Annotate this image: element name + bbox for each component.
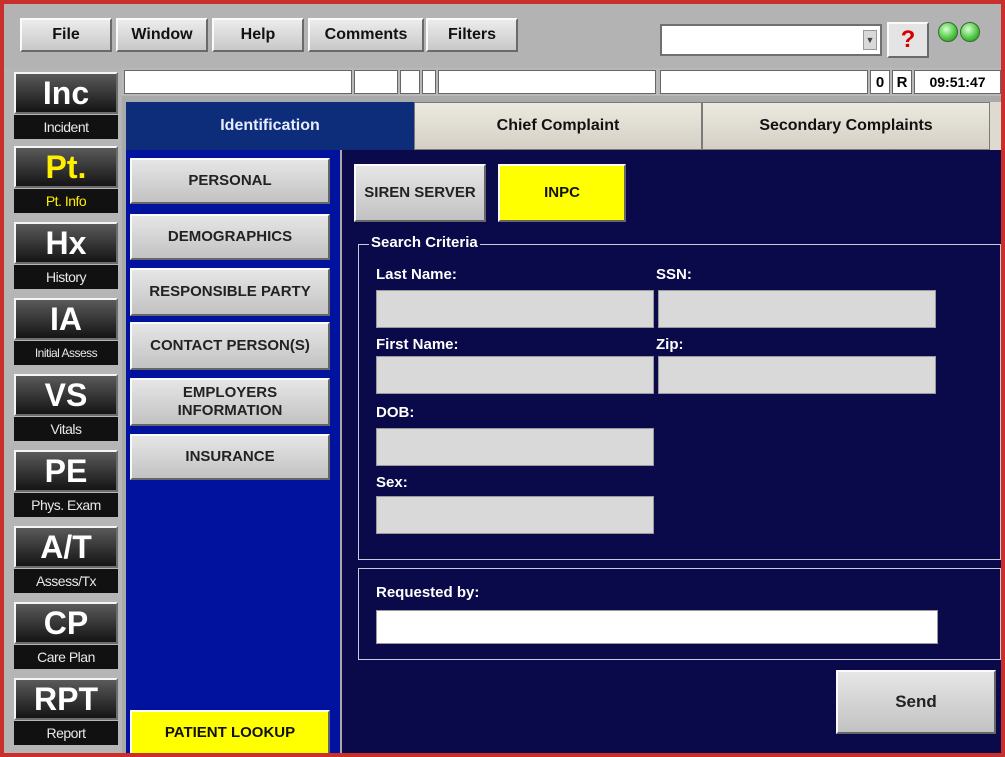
status-mode: R [892, 70, 912, 94]
section-employers-information[interactable]: EMPLOYERS INFORMATION [130, 378, 330, 426]
first-name-field[interactable] [376, 356, 654, 394]
siren-server-button[interactable]: SIREN SERVER [354, 164, 486, 222]
section-panel: PERSONAL DEMOGRAPHICS RESPONSIBLE PARTY … [126, 150, 340, 753]
nav-vitals[interactable]: VS Vitals [8, 370, 122, 444]
status-field [438, 70, 656, 94]
module-sidebar: Inc Incident Pt. Pt. Info Hx History IA … [4, 68, 122, 753]
status-light-icon [938, 22, 958, 42]
nav-code: PE [14, 450, 118, 492]
filter-combo[interactable]: ▼ [660, 24, 882, 56]
zip-label: Zip: [656, 336, 684, 353]
sex-field[interactable] [376, 496, 654, 534]
nav-code: Inc [14, 72, 118, 114]
nav-pt-info[interactable]: Pt. Pt. Info [8, 142, 122, 216]
menu-window[interactable]: Window [116, 18, 208, 52]
tab-identification[interactable]: Identification [126, 102, 414, 150]
menu-filters[interactable]: Filters [426, 18, 518, 52]
status-field [124, 70, 352, 94]
ssn-label: SSN: [656, 266, 692, 283]
status-field [422, 70, 436, 94]
status-counter: 0 [870, 70, 890, 94]
status-light-icon [960, 22, 980, 42]
help-button[interactable]: ? [887, 22, 929, 58]
patient-lookup-button[interactable]: PATIENT LOOKUP [130, 710, 330, 753]
section-demographics[interactable]: DEMOGRAPHICS [130, 214, 330, 260]
nav-label: Assess/Tx [14, 569, 118, 593]
nav-code: VS [14, 374, 118, 416]
patient-lookup-panel: SIREN SERVER INPC Search Criteria Last N… [342, 150, 1001, 753]
tab-bar: Identification Chief Complaint Secondary… [126, 102, 1001, 150]
status-bar: 0 R 09:51:47 [122, 68, 1001, 96]
app-window: File Window Help Comments Filters ▼ ? 0 … [4, 4, 1001, 753]
ssn-field[interactable] [658, 290, 936, 328]
sex-label: Sex: [376, 474, 408, 491]
nav-phys-exam[interactable]: PE Phys. Exam [8, 446, 122, 520]
nav-report[interactable]: RPT Report [8, 674, 122, 748]
last-name-label: Last Name: [376, 266, 457, 283]
nav-label: Initial Assess [14, 341, 118, 365]
nav-incident[interactable]: Inc Incident [8, 68, 122, 142]
first-name-label: First Name: [376, 336, 459, 353]
nav-label: Pt. Info [14, 189, 118, 213]
nav-code: A/T [14, 526, 118, 568]
nav-assess-tx[interactable]: A/T Assess/Tx [8, 522, 122, 596]
menu-help[interactable]: Help [212, 18, 304, 52]
status-field [660, 70, 868, 94]
last-name-field[interactable] [376, 290, 654, 328]
tab-secondary-complaints[interactable]: Secondary Complaints [702, 102, 990, 150]
section-responsible-party[interactable]: RESPONSIBLE PARTY [130, 268, 330, 316]
nav-label: Phys. Exam [14, 493, 118, 517]
dob-field[interactable] [376, 428, 654, 466]
nav-code: Hx [14, 222, 118, 264]
status-time: 09:51:47 [914, 70, 1001, 94]
combo-dropdown-icon[interactable]: ▼ [863, 30, 877, 50]
tab-chief-complaint[interactable]: Chief Complaint [414, 102, 702, 150]
search-criteria-legend: Search Criteria [369, 234, 480, 251]
dob-label: DOB: [376, 404, 415, 421]
send-button[interactable]: Send [836, 670, 996, 734]
zip-field[interactable] [658, 356, 936, 394]
nav-history[interactable]: Hx History [8, 218, 122, 292]
nav-care-plan[interactable]: CP Care Plan [8, 598, 122, 672]
nav-label: Vitals [14, 417, 118, 441]
nav-label: Report [14, 721, 118, 745]
section-insurance[interactable]: INSURANCE [130, 434, 330, 480]
nav-label: History [14, 265, 118, 289]
nav-initial-assess[interactable]: IA Initial Assess [8, 294, 122, 368]
menu-file[interactable]: File [20, 18, 112, 52]
status-field [354, 70, 398, 94]
nav-label: Care Plan [14, 645, 118, 669]
section-contact-persons[interactable]: CONTACT PERSON(S) [130, 322, 330, 370]
nav-code: CP [14, 602, 118, 644]
section-personal[interactable]: PERSONAL [130, 158, 330, 204]
requested-by-field[interactable] [376, 610, 938, 644]
inpc-button[interactable]: INPC [498, 164, 626, 222]
nav-code: IA [14, 298, 118, 340]
nav-code: Pt. [14, 146, 118, 188]
nav-code: RPT [14, 678, 118, 720]
menu-comments[interactable]: Comments [308, 18, 424, 52]
requested-by-label: Requested by: [376, 584, 480, 601]
menu-bar: File Window Help Comments Filters ▼ ? [4, 4, 1001, 68]
status-field [400, 70, 420, 94]
nav-label: Incident [14, 115, 118, 139]
